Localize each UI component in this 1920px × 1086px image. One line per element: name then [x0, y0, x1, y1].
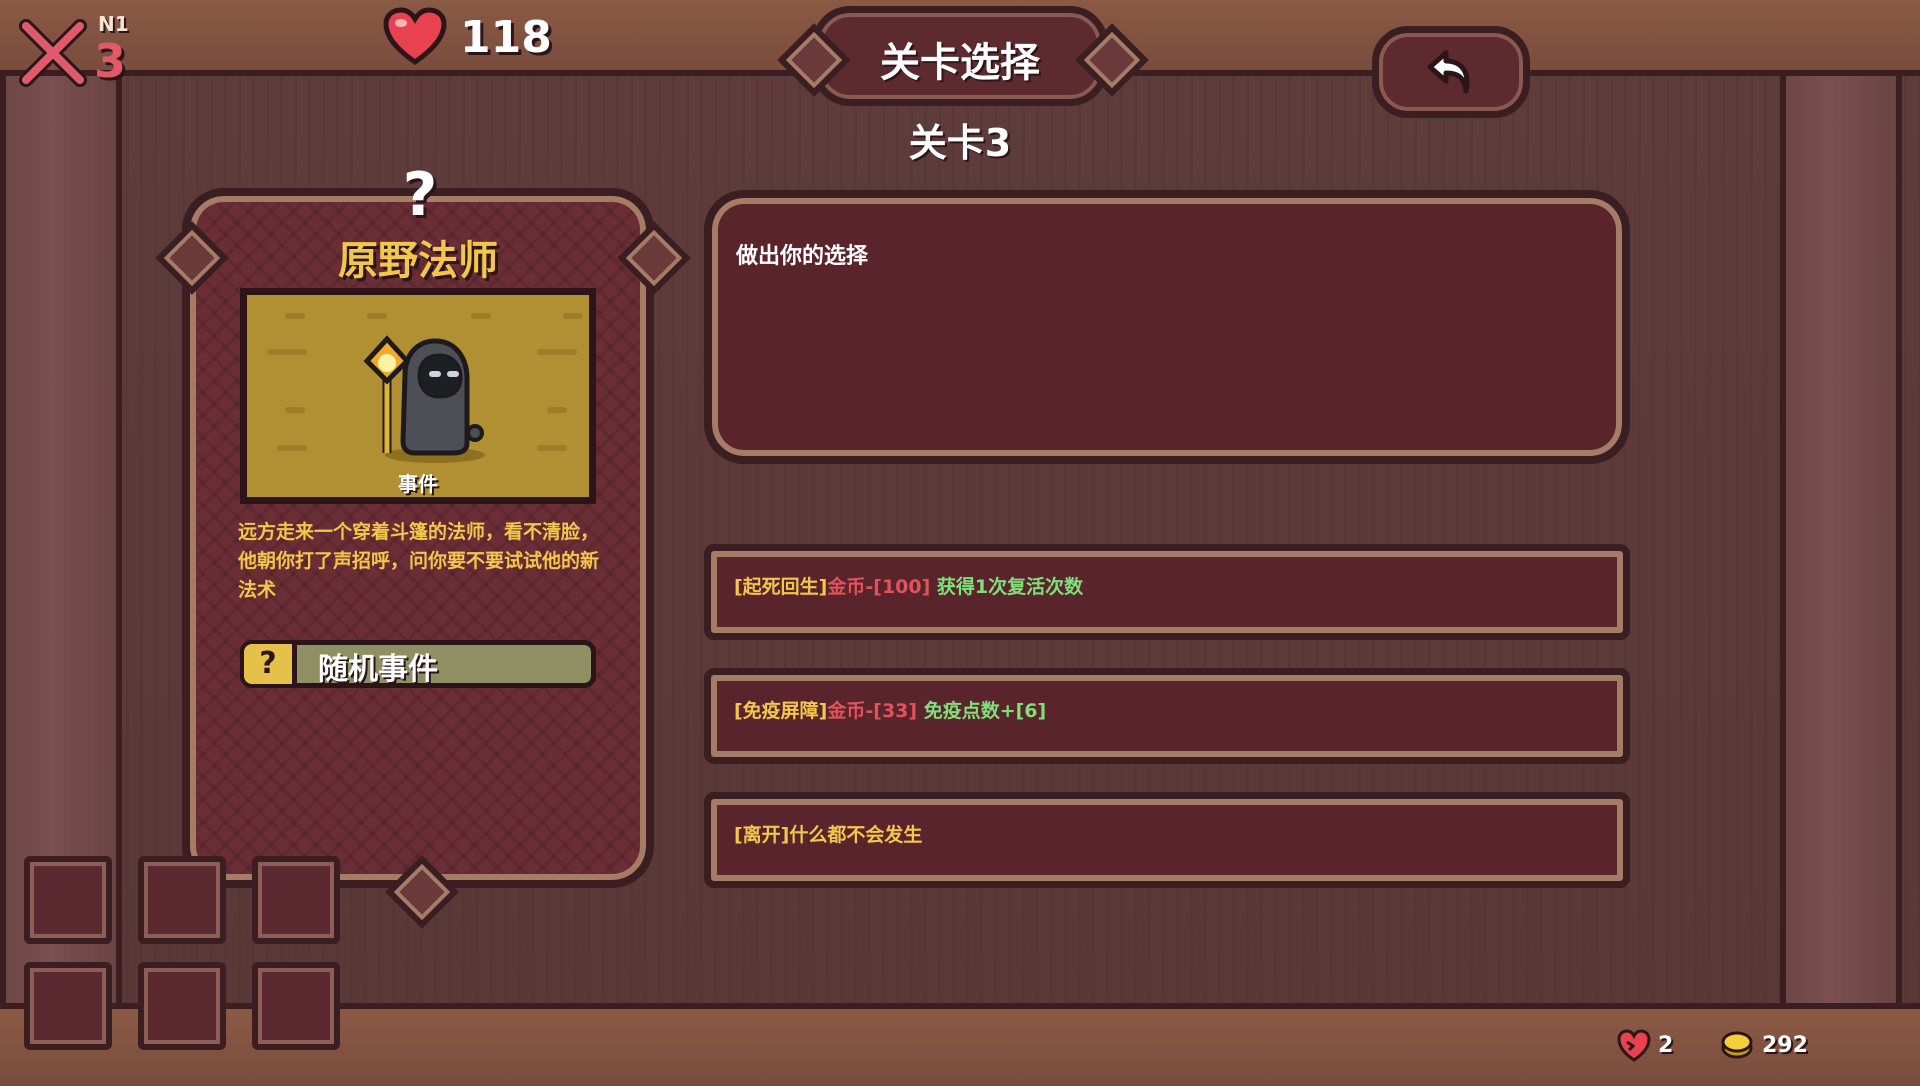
gold-coin-icon	[1721, 1031, 1753, 1059]
event-title: 原野法师	[338, 238, 498, 284]
back-button[interactable]	[1372, 26, 1530, 118]
option-name: [起死回生]	[734, 576, 828, 598]
option-effect: 获得1次复活次数	[930, 576, 1084, 598]
dialog-panel	[704, 190, 1630, 464]
revive-heart-icon	[1617, 1029, 1651, 1062]
dialog-prompt: 做出你的选择	[736, 244, 869, 269]
option-immunity-label: [免疫屏障]金币-[33] 免疫点数+[6]	[734, 696, 1046, 723]
level-number: 3	[94, 34, 127, 88]
event-type-label: 事件	[398, 472, 438, 496]
inventory-slot[interactable]	[24, 856, 112, 944]
random-event-label: 随机事件	[318, 652, 438, 687]
page-title: 关卡选择	[880, 40, 1040, 86]
stage-subtitle: 关卡3	[908, 121, 1012, 165]
event-description: 远方走来一个穿着斗篷的法师，看不清脸，他朝你打了声招呼，问你要不要试试他的新法术	[238, 521, 600, 601]
gold-amount: 292	[1762, 1033, 1808, 1058]
revive-count: 2	[1658, 1033, 1674, 1058]
inventory-slot[interactable]	[138, 962, 226, 1050]
option-name: [免疫屏障]	[734, 700, 828, 722]
crossed-swords-icon	[19, 19, 87, 87]
option-revive-label: [起死回生]金币-[100] 获得1次复活次数	[734, 572, 1083, 599]
back-arrow-icon	[1427, 50, 1470, 94]
inventory-slot[interactable]	[24, 962, 112, 1050]
heart-icon	[383, 7, 447, 66]
option-leave-label: [离开]什么都不会发生	[734, 820, 922, 847]
right-pillar	[1780, 70, 1902, 1005]
inventory-slot[interactable]	[252, 962, 340, 1050]
hp-value: 118	[460, 12, 552, 63]
question-mark-icon: ?	[402, 160, 438, 230]
option-effect: 免疫点数+[6]	[917, 700, 1047, 722]
floor-tag: N1	[98, 12, 129, 36]
inventory-slot[interactable]	[252, 856, 340, 944]
cloaked-mage-icon	[363, 335, 485, 463]
option-cost: 金币-[33]	[827, 700, 918, 722]
option-name: [离开]什么都不会发生	[734, 824, 923, 846]
option-cost: 金币-[100]	[827, 576, 931, 598]
question-badge-icon: ?	[244, 644, 297, 684]
inventory-slot[interactable]	[138, 856, 226, 944]
